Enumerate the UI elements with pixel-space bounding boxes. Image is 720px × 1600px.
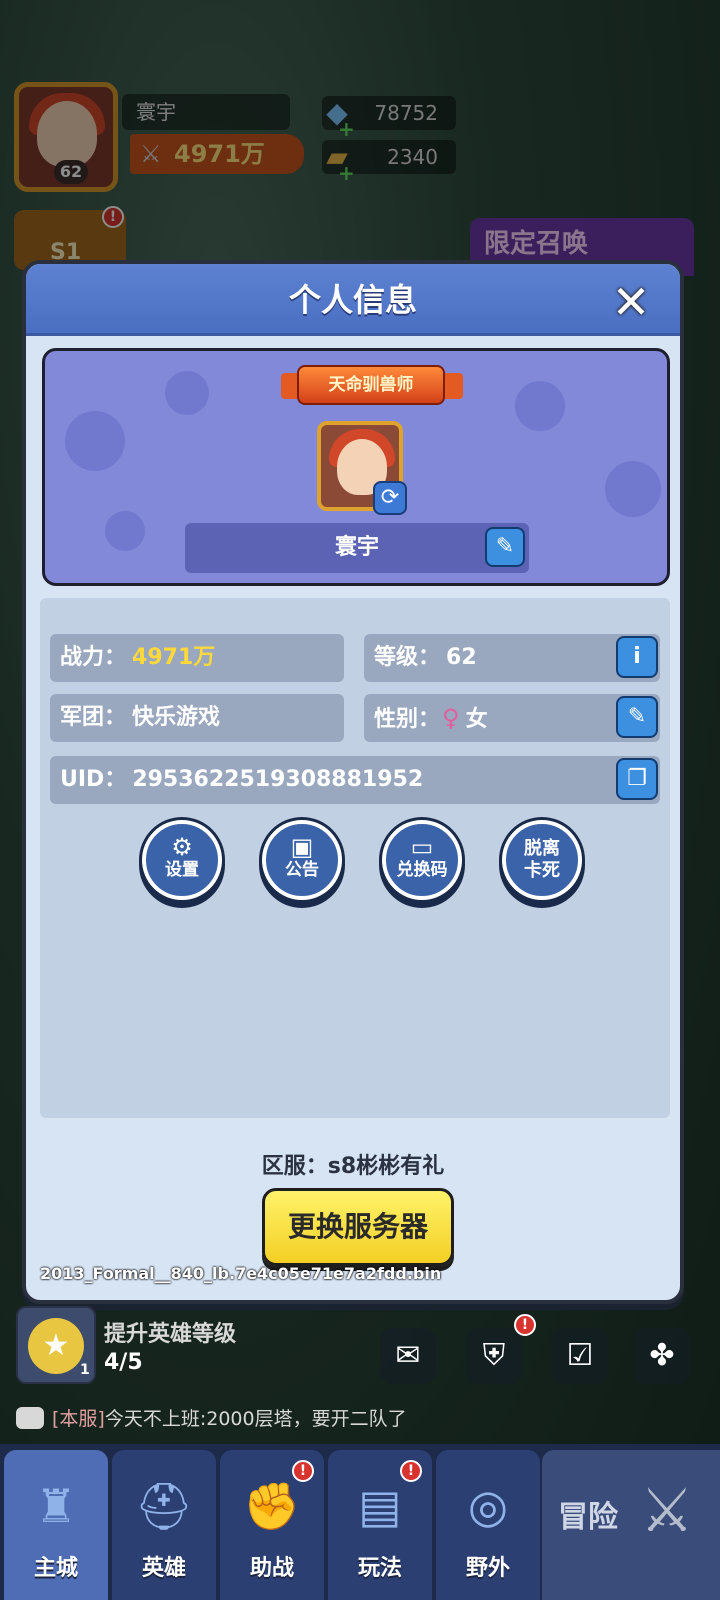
more-menu-icon[interactable]: ✤ (634, 1328, 690, 1384)
helmet-icon: ⛑ (134, 1479, 194, 1533)
notification-dot: ! (292, 1460, 314, 1482)
unstuck-label-line1: 脱离 (524, 838, 560, 859)
level-value: 62 (446, 645, 477, 670)
copy-uid-button[interactable]: ❐ (616, 758, 658, 800)
server-info: 区服：s8彬彬有礼 (261, 1154, 445, 1179)
power-value: 4971万 (132, 645, 216, 670)
crossed-swords-icon: ⚔ (640, 1476, 694, 1546)
map-icon: ▤ (358, 1479, 402, 1533)
chat-message: 今天不上班:2000层塔，要开二队了 (104, 1408, 407, 1430)
gender-row: 性别：♀ 女 ✎ (364, 694, 660, 742)
uid-row: UID： 2953622519308881952 ❐ (50, 756, 660, 804)
edit-gender-button[interactable]: ✎ (616, 696, 658, 738)
nav-label: 野外 (465, 1556, 510, 1581)
background-bubble (105, 511, 145, 551)
chat-channel: [本服] (52, 1408, 105, 1430)
info-panel: 战力： 4971万 等级： 62 i 军团： 快乐游戏 性别：♀ 女 ✎ UID： 295… (40, 598, 670, 1118)
portal-icon: ◎ (467, 1479, 509, 1533)
nav-label: 助战 (249, 1556, 294, 1581)
nav-heroes[interactable]: ⛑ 英雄 (112, 1450, 216, 1600)
fist-icon: ✊ (243, 1479, 301, 1533)
background-bubble (65, 411, 125, 471)
gear-icon: ⚙ (171, 833, 193, 861)
nav-wild[interactable]: ◎ 野外 (436, 1450, 540, 1600)
close-button[interactable]: ✕ (608, 279, 654, 326)
build-info: 2013_Formal__840_lb.7e4c05e71e7a2fdd.bin (40, 1264, 442, 1283)
power-row: 战力： 4971万 (50, 634, 344, 682)
quest-progress: 4/5 (104, 1350, 143, 1375)
change-server-button[interactable]: 更换服务器 (262, 1188, 454, 1266)
quest-count: 1 (80, 1362, 90, 1378)
notification-dot: ! (400, 1460, 422, 1482)
power-label: 战力： (60, 645, 127, 670)
redeem-label: 兑换码 (396, 860, 448, 880)
guild-label: 军团： (60, 705, 127, 730)
profile-name: 寰宇 (185, 523, 529, 573)
nav-label: 玩法 (357, 1556, 402, 1581)
notice-label: 公告 (285, 860, 319, 880)
mail-icon[interactable]: ✉ (380, 1328, 436, 1384)
chat-ticker[interactable]: [本服]今天不上班:2000层塔，要开二队了 (16, 1404, 407, 1431)
level-info-button[interactable]: i (616, 636, 658, 678)
armor-icon[interactable]: ⛨ (466, 1328, 522, 1384)
castle-icon: ♜ (35, 1479, 77, 1533)
dialog-header: 个人信息 ✕ (26, 264, 680, 336)
background-bubble (605, 461, 661, 517)
unstuck-button[interactable]: 脱离 卡死 (502, 820, 582, 900)
nav-main-city[interactable]: ♜ 主城 (4, 1450, 108, 1600)
background-bubble (165, 371, 209, 415)
personal-info-dialog: 个人信息 ✕ 天命驯兽师 ⟳ 寰宇 ✎ 战力： 4971万 等级： 62 i 军团：… (22, 260, 684, 1304)
swap-avatar-icon[interactable]: ⟳ (373, 481, 407, 515)
guild-value: 快乐游戏 (132, 705, 221, 730)
unstuck-label-line2: 卡死 (524, 860, 560, 881)
female-icon: ♀ (442, 704, 460, 732)
bottom-navigation: ♜ 主城 ⛑ 英雄 ✊ 助战 ! ▤ 玩法 ! ◎ 野外 冒险 ⚔ (0, 1444, 720, 1600)
uid-value: 2953622519308881952 (132, 767, 424, 792)
uid-label: UID： (60, 767, 127, 792)
quest-icon-box[interactable]: ★ 1 (16, 1306, 96, 1384)
quest-title[interactable]: 提升英雄等级 (104, 1316, 236, 1348)
settings-label: 设置 (165, 860, 199, 880)
gender-label: 性别： (374, 707, 441, 732)
redeem-code-button[interactable]: ▭ 兑换码 (382, 820, 462, 900)
nav-label: 主城 (33, 1556, 78, 1581)
star-icon: ★ (28, 1318, 84, 1374)
notice-icon: ▣ (290, 833, 314, 861)
task-list-icon[interactable]: ☑ (552, 1328, 608, 1384)
notice-button[interactable]: ▣ 公告 (262, 820, 342, 900)
nav-adventure[interactable]: 冒险 ⚔ (542, 1450, 720, 1600)
dialog-title: 个人信息 (288, 281, 417, 319)
level-label: 等级： (374, 645, 441, 670)
background-bubble (515, 381, 565, 431)
ticket-icon: ▭ (410, 833, 434, 861)
notification-dot: ! (514, 1314, 536, 1336)
settings-button[interactable]: ⚙ 设置 (142, 820, 222, 900)
adventure-label: 冒险 (558, 1500, 618, 1535)
gender-value: 女 (465, 707, 488, 732)
edit-name-button[interactable]: ✎ (485, 527, 525, 567)
guild-row: 军团： 快乐游戏 (50, 694, 344, 742)
profile-card: 天命驯兽师 ⟳ 寰宇 ✎ (42, 348, 670, 586)
nav-label: 英雄 (141, 1556, 186, 1581)
chat-icon (16, 1407, 44, 1429)
title-badge[interactable]: 天命驯兽师 (297, 365, 445, 405)
level-row: 等级： 62 i (364, 634, 660, 682)
